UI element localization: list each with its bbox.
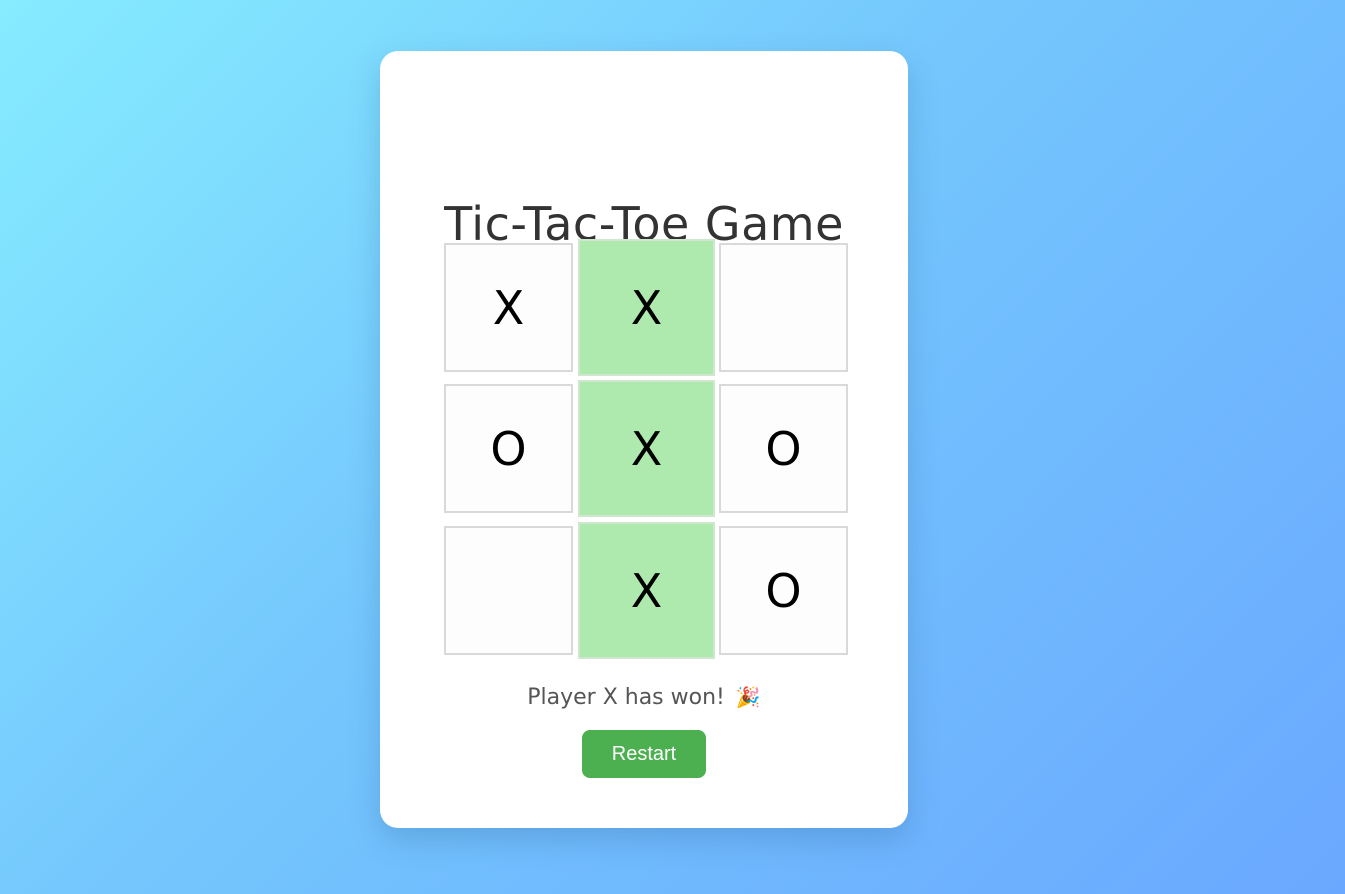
- board-cell-4[interactable]: X: [578, 380, 715, 517]
- board-cell-5[interactable]: O: [719, 384, 848, 513]
- board-cell-6[interactable]: [444, 526, 573, 655]
- party-popper-icon: 🎉: [735, 685, 761, 709]
- board-cell-7[interactable]: X: [578, 522, 715, 659]
- board-cell-3[interactable]: O: [444, 384, 573, 513]
- game-card: Tic-Tac-Toe Game X X O X O X O Player X …: [380, 51, 908, 828]
- board-cell-1[interactable]: X: [578, 239, 715, 376]
- board-cell-0[interactable]: X: [444, 243, 573, 372]
- restart-button[interactable]: Restart: [582, 730, 706, 778]
- status-text: Player X has won!: [527, 685, 725, 710]
- board-cell-2[interactable]: [719, 243, 848, 372]
- board-cell-8[interactable]: O: [719, 526, 848, 655]
- game-status: Player X has won! 🎉: [380, 681, 908, 714]
